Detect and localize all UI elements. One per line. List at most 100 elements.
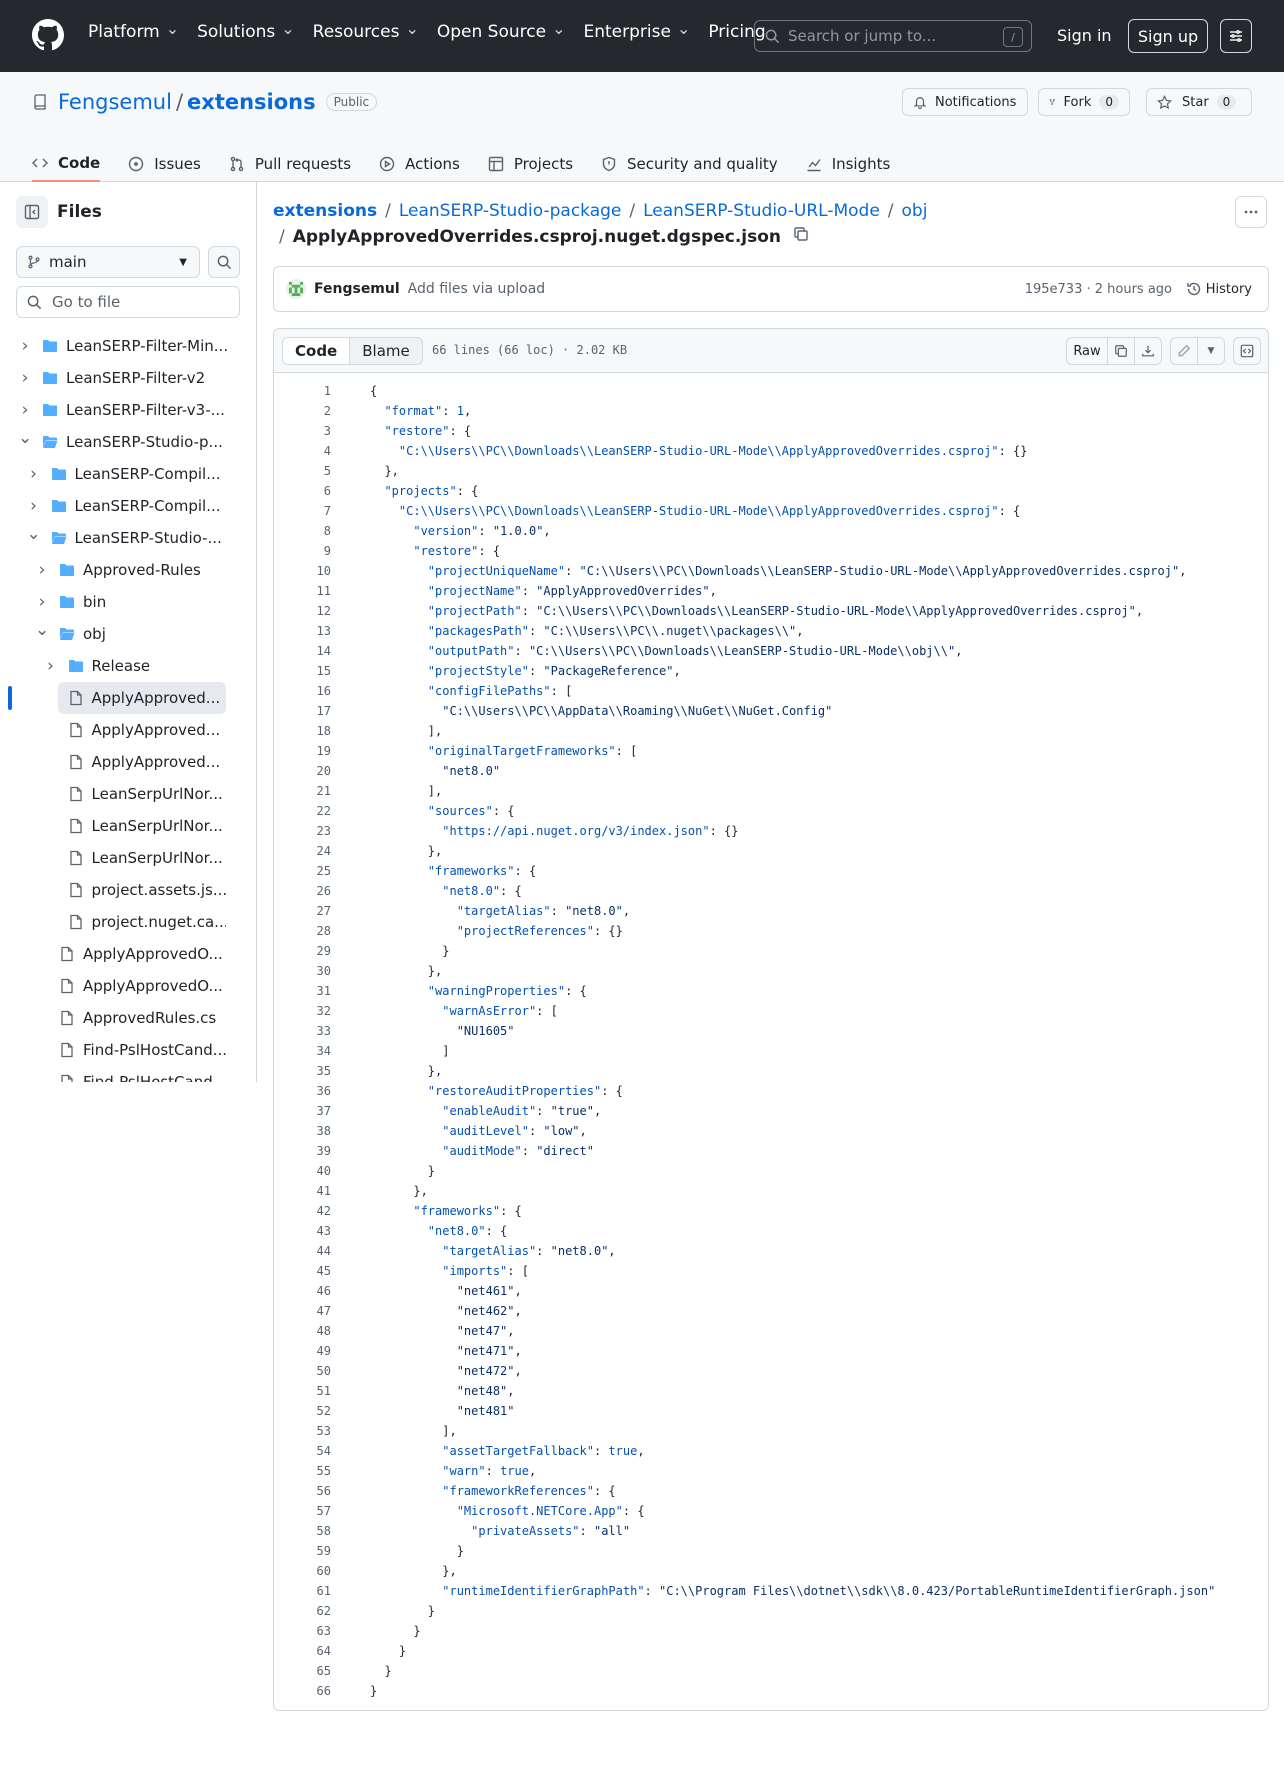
download-button[interactable] xyxy=(1134,337,1162,365)
symbols-panel-button[interactable] xyxy=(1233,337,1261,365)
repo-name-link[interactable]: extensions xyxy=(187,90,316,114)
repo-owner-link[interactable]: Fengsemul xyxy=(58,90,172,114)
tab-actions[interactable]: Actions xyxy=(379,146,460,182)
tree-file[interactable]: ApplyApproved... xyxy=(57,682,226,714)
nav-item-platform[interactable]: Platform ⌄ xyxy=(88,19,179,43)
history-button[interactable]: History xyxy=(1186,281,1252,297)
tree-folder[interactable]: ⌄ LeanSERP-Studio-... xyxy=(27,522,239,554)
line-number[interactable]: 63 xyxy=(274,1624,331,1638)
tree-folder[interactable]: › Release xyxy=(44,650,239,682)
line-number[interactable]: 35 xyxy=(274,1064,331,1078)
line-number[interactable]: 60 xyxy=(274,1564,331,1578)
go-to-file-input[interactable]: Go to file xyxy=(16,286,240,318)
sign-up-button[interactable]: Sign up xyxy=(1128,19,1208,53)
line-number[interactable]: 52 xyxy=(274,1404,331,1418)
line-number[interactable]: 42 xyxy=(274,1204,331,1218)
line-number[interactable]: 46 xyxy=(274,1284,331,1298)
line-number[interactable]: 55 xyxy=(274,1464,331,1478)
tree-file[interactable]: ApplyApproved... xyxy=(58,714,227,746)
line-number[interactable]: 32 xyxy=(274,1004,331,1018)
chevron-right-icon[interactable]: › xyxy=(18,368,32,388)
branch-selector[interactable]: main ▼ xyxy=(16,246,200,278)
tree-file[interactable]: ApprovedRules.cs xyxy=(49,1002,226,1034)
edit-dropdown-button[interactable]: ▼ xyxy=(1197,337,1225,365)
tree-file[interactable]: LeanSerpUrlNor... xyxy=(58,842,227,874)
line-number[interactable]: 56 xyxy=(274,1484,331,1498)
tree-folder[interactable]: › Approved-Rules xyxy=(35,554,238,586)
tree-folder[interactable]: › bin xyxy=(35,586,238,618)
chevron-right-icon[interactable]: › xyxy=(18,400,32,420)
tree-folder[interactable]: › LeanSERP-Filter-Min... xyxy=(18,330,238,362)
chevron-right-icon[interactable]: › xyxy=(35,592,49,612)
nav-item-open-source[interactable]: Open Source ⌄ xyxy=(437,19,566,43)
chevron-right-icon[interactable]: › xyxy=(27,496,41,516)
notifications-button[interactable]: Notifications xyxy=(902,88,1028,116)
line-number[interactable]: 7 xyxy=(274,504,331,518)
edit-button[interactable] xyxy=(1170,337,1198,365)
line-number[interactable]: 48 xyxy=(274,1324,331,1338)
tab-issues[interactable]: Issues xyxy=(128,146,201,182)
line-number[interactable]: 30 xyxy=(274,964,331,978)
nav-item-enterprise[interactable]: Enterprise ⌄ xyxy=(583,19,690,43)
tree-file[interactable]: ApplyApprovedO... xyxy=(49,938,226,970)
breadcrumb-link[interactable]: obj xyxy=(902,201,928,221)
line-number[interactable]: 39 xyxy=(274,1144,331,1158)
line-number[interactable]: 65 xyxy=(274,1664,331,1678)
chevron-down-icon[interactable]: ⌄ xyxy=(27,524,41,544)
line-number[interactable]: 45 xyxy=(274,1264,331,1278)
tree-folder[interactable]: › LeanSERP-Filter-v2 xyxy=(18,362,238,394)
line-number[interactable]: 38 xyxy=(274,1124,331,1138)
line-number[interactable]: 66 xyxy=(274,1684,331,1698)
line-number[interactable]: 62 xyxy=(274,1604,331,1618)
raw-button[interactable]: Raw xyxy=(1066,337,1108,365)
breadcrumb-link[interactable]: extensions xyxy=(273,201,377,221)
line-number[interactable]: 34 xyxy=(274,1044,331,1058)
line-number[interactable]: 26 xyxy=(274,884,331,898)
line-number[interactable]: 10 xyxy=(274,564,331,578)
tree-folder[interactable]: › LeanSERP-Filter-v3-... xyxy=(18,394,238,426)
command-palette-button[interactable] xyxy=(1220,19,1252,53)
tab-security-and-quality[interactable]: Security and quality xyxy=(601,146,778,182)
copy-raw-button[interactable] xyxy=(1107,337,1135,365)
global-search-input[interactable]: Search or jump to... / xyxy=(754,20,1032,52)
tree-folder[interactable]: › LeanSERP-Compil... xyxy=(27,490,239,522)
chevron-right-icon[interactable]: › xyxy=(44,656,58,676)
avatar[interactable] xyxy=(286,279,306,299)
commit-author-link[interactable]: Fengsemul xyxy=(314,281,400,297)
line-number[interactable]: 28 xyxy=(274,924,331,938)
line-number[interactable]: 17 xyxy=(274,704,331,718)
sign-in-link[interactable]: Sign in xyxy=(1057,26,1112,45)
line-number[interactable]: 51 xyxy=(274,1384,331,1398)
nav-item-resources[interactable]: Resources ⌄ xyxy=(313,19,419,43)
line-number[interactable]: 36 xyxy=(274,1084,331,1098)
blame-view-button[interactable]: Blame xyxy=(350,338,422,364)
tree-file[interactable]: project.nuget.ca... xyxy=(58,906,226,938)
line-number[interactable]: 25 xyxy=(274,864,331,878)
tree-file[interactable]: ApplyApprovedO... xyxy=(49,970,226,1002)
line-number[interactable]: 23 xyxy=(274,824,331,838)
fork-button[interactable]: Fork 0 xyxy=(1038,88,1130,116)
line-number[interactable]: 27 xyxy=(274,904,331,918)
line-number[interactable]: 21 xyxy=(274,784,331,798)
line-number[interactable]: 41 xyxy=(274,1184,331,1198)
star-button[interactable]: Star 0 xyxy=(1146,88,1252,116)
chevron-down-icon[interactable]: ⌄ xyxy=(18,428,32,448)
github-logo-icon[interactable] xyxy=(32,19,64,51)
line-number[interactable]: 54 xyxy=(274,1444,331,1458)
line-number[interactable]: 5 xyxy=(274,464,331,478)
line-number[interactable]: 43 xyxy=(274,1224,331,1238)
code-view-button[interactable]: Code xyxy=(283,338,351,364)
line-number[interactable]: 13 xyxy=(274,624,331,638)
line-number[interactable]: 59 xyxy=(274,1544,331,1558)
collapse-sidebar-button[interactable] xyxy=(16,196,48,228)
commit-message-link[interactable]: Add files via upload xyxy=(408,281,546,297)
line-number[interactable]: 16 xyxy=(274,684,331,698)
line-number[interactable]: 15 xyxy=(274,664,331,678)
line-number[interactable]: 40 xyxy=(274,1164,331,1178)
line-number[interactable]: 4 xyxy=(274,444,331,458)
tree-folder[interactable]: ⌄ obj xyxy=(35,618,238,650)
line-number[interactable]: 49 xyxy=(274,1344,331,1358)
line-number[interactable]: 29 xyxy=(274,944,331,958)
chevron-down-icon[interactable]: ⌄ xyxy=(35,620,49,640)
tree-file[interactable]: Find-PslHostCand... xyxy=(49,1034,226,1066)
